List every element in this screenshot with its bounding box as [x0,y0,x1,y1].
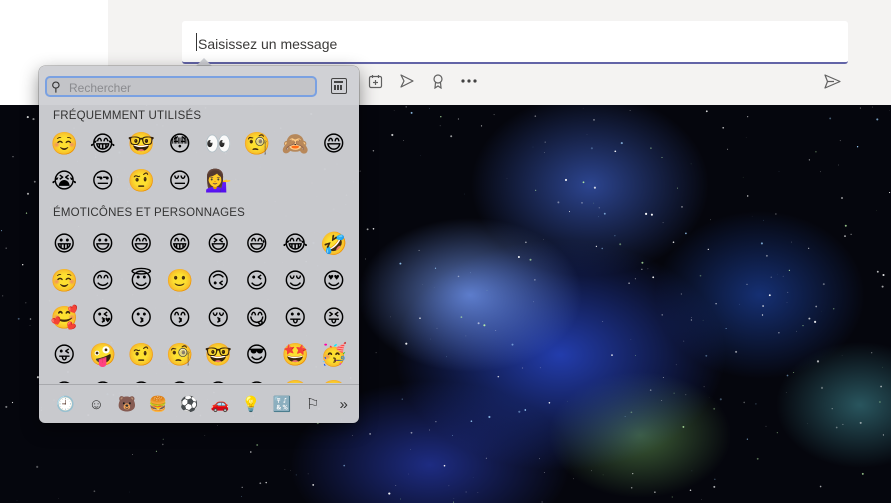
emoji-item[interactable]: 😞 [122,374,161,383]
frequent-emoji-grid: ☺️ 😂 🤓 😳 👀 🧐 🙈 😄 😭 😒 🤨 😔 💁‍♀️ [45,126,355,200]
emoji-item[interactable]: 😒 [84,163,123,200]
emoji-item[interactable]: 😝 [315,300,354,337]
emoji-item[interactable]: 🙂 [161,263,200,300]
smileys-scroll-area[interactable]: 😀😃😄😁😆😅😂🤣 ☺️😊😇🙂🙃😉😌😍 🥰😘😗😙😚😋😛😝 😜🤪🤨🧐🤓😎🤩🥳 😏😒😞😔😟😕🙁… [39,226,359,383]
emoji-item[interactable]: 🤣 [315,226,354,263]
emoji-item[interactable]: 😍 [315,263,354,300]
emoji-item[interactable]: 🤪 [84,337,123,374]
smiley-icon[interactable]: ☺ [81,392,112,416]
emoji-search-input[interactable] [67,79,311,97]
emoji-item[interactable]: 😌 [276,263,315,300]
emoji-item[interactable]: 😆 [199,226,238,263]
emoji-item[interactable]: 😔 [161,163,200,200]
message-input[interactable] [196,32,800,56]
emoji-item[interactable]: 🧐 [238,126,277,163]
lightbulb-icon[interactable]: 💡 [235,392,266,416]
emoji-item[interactable]: 🙃 [199,263,238,300]
emoji-item[interactable]: 🧐 [161,337,200,374]
section-title-smileys: ÉMOTICÔNES ET PERSONNAGES [53,207,246,219]
category-tabbar: 🕘 ☺ 🐻 🍔 ⚽ 🚗 💡 🔣 ⚐» [39,384,359,423]
emoji-item[interactable]: 😃 [84,226,123,263]
emoji-item[interactable]: 🥰 [45,300,84,337]
more-options-icon[interactable] [453,70,484,92]
emoji-item[interactable]: 😏 [45,374,84,383]
emoji-item[interactable]: 😇 [122,263,161,300]
emoji-item[interactable]: 😄 [122,226,161,263]
emoji-item[interactable]: ☺️ [45,126,84,163]
emoji-picker: ⚲ FRÉQUEMMENT UTILISÉS ☺️😂🤓😳👀🧐🙈😄😭😒🤨😔💁‍♀️… [39,66,359,423]
emoji-item[interactable]: 😕 [238,374,277,383]
send-icon[interactable] [822,71,842,91]
stream-icon[interactable] [391,70,422,92]
emoji-item[interactable]: 🤨 [122,163,161,200]
section-title-frequent: FRÉQUEMMENT UTILISÉS [53,110,202,122]
character-viewer-icon[interactable] [331,78,347,94]
text-caret [196,33,197,51]
emoji-item[interactable]: 😳 [161,126,200,163]
emoji-item[interactable]: 😀 [45,226,84,263]
emoji-item[interactable]: 🤓 [122,126,161,163]
emoji-search-field[interactable]: ⚲ [45,76,317,97]
emoji-item[interactable]: 🙈 [276,126,315,163]
ball-icon[interactable]: ⚽ [174,392,205,416]
emoji-item[interactable]: 👀 [199,126,238,163]
emoji-item[interactable]: 😚 [199,300,238,337]
emoji-item[interactable]: 🥳 [315,337,354,374]
emoji-item[interactable]: 😅 [238,226,277,263]
emoji-item[interactable]: 😊 [84,263,123,300]
bear-icon[interactable]: 🐻 [112,392,143,416]
compose-box[interactable] [182,21,848,64]
emoji-item[interactable]: 😄 [315,126,354,163]
emoji-item[interactable]: 😟 [199,374,238,383]
emoji-item[interactable]: ☺️ [45,263,84,300]
smileys-emoji-grid: 😀😃😄😁😆😅😂🤣 ☺️😊😇🙂🙃😉😌😍 🥰😘😗😙😚😋😛😝 😜🤪🤨🧐🤓😎🤩🥳 😏😒😞😔😟😕🙁… [45,226,355,383]
emoji-item[interactable]: 😘 [84,300,123,337]
emoji-item[interactable]: 😎 [238,337,277,374]
compose-toolbar [360,70,484,92]
emoji-item[interactable]: ☹️ [315,374,354,383]
schedule-meeting-icon[interactable] [360,70,391,92]
emoji-item[interactable]: 💁‍♀️ [199,163,238,200]
emoji-item[interactable]: 🤓 [199,337,238,374]
emoji-item[interactable]: 🤨 [122,337,161,374]
emoji-item[interactable]: 😗 [122,300,161,337]
emoji-item[interactable]: 🤩 [276,337,315,374]
clock-icon[interactable]: 🕘 [50,392,81,416]
emoji-item[interactable]: 😒 [84,374,123,383]
emoji-item[interactable]: 😉 [238,263,277,300]
praise-icon[interactable] [422,70,453,92]
emoji-item[interactable]: 🙁 [276,374,315,383]
emoji-item[interactable]: 😭 [45,163,84,200]
food-icon[interactable]: 🍔 [143,392,174,416]
emoji-item[interactable]: 😙 [161,300,200,337]
magnifier-icon: ⚲ [51,79,61,94]
emoji-item[interactable]: 😋 [238,300,277,337]
emoji-item[interactable]: 😔 [161,374,200,383]
emoji-item[interactable]: 😂 [84,126,123,163]
emoji-item[interactable]: 😁 [161,226,200,263]
car-icon[interactable]: 🚗 [205,392,236,416]
symbols-icon[interactable]: 🔣 [266,392,297,416]
flag-icon[interactable]: ⚐ [297,392,328,416]
emoji-item[interactable]: 😜 [45,337,84,374]
emoji-item[interactable]: 😛 [276,300,315,337]
emoji-item[interactable]: 😂 [276,226,315,263]
more-icon[interactable]: » [328,392,359,416]
